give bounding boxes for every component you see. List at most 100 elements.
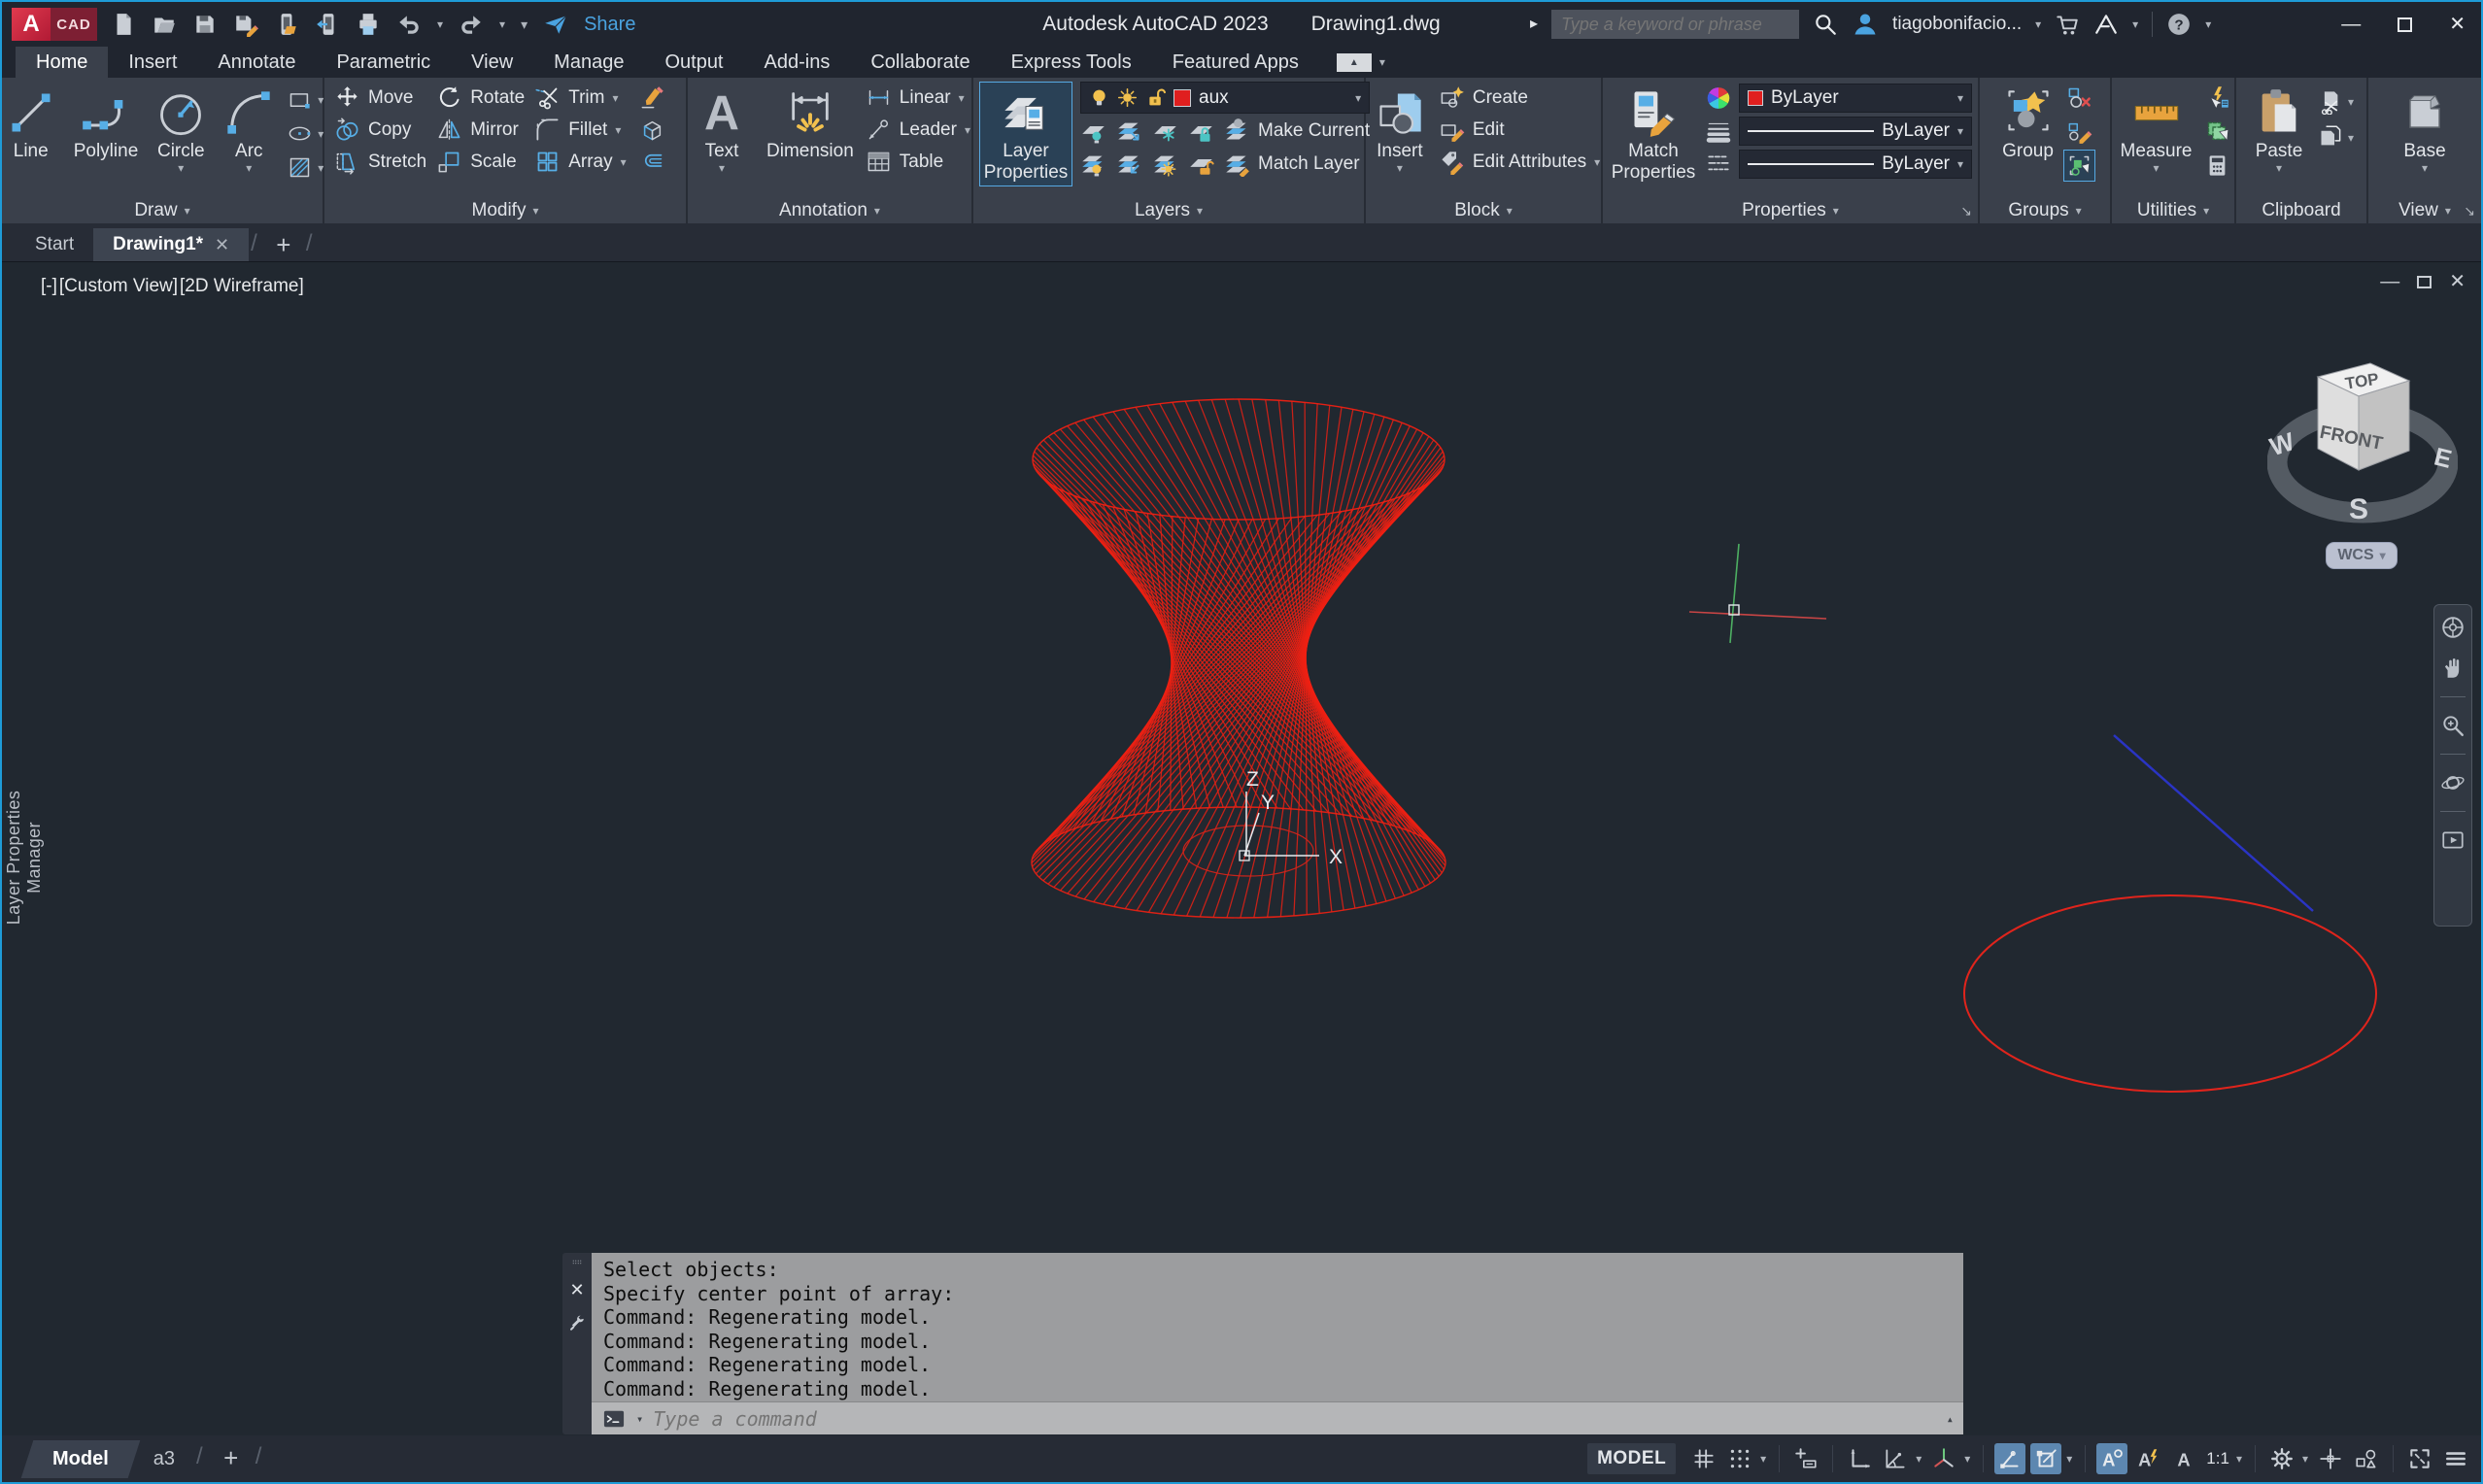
new-layout-button[interactable]: + — [217, 1443, 246, 1472]
edit-attributes-button[interactable]: Edit Attributes▾ — [1439, 146, 1600, 178]
cut-button[interactable]: ▾ — [2314, 85, 2357, 118]
polyline-button[interactable]: Polyline — [66, 82, 147, 165]
autodesk-account-icon[interactable] — [2093, 12, 2119, 37]
minimize-button[interactable]: — — [2341, 15, 2361, 34]
polar-tracking-toggle[interactable] — [1880, 1443, 1911, 1474]
layer-lock-icon[interactable] — [1188, 118, 1214, 144]
model-space-button[interactable]: MODEL — [1587, 1443, 1676, 1474]
group-edit-button[interactable] — [2063, 116, 2095, 148]
viewport-visual-style-control[interactable]: [2D Wireframe] — [180, 276, 304, 297]
ribbon-minimize-icon[interactable]: ▾ — [1379, 56, 1385, 68]
search-input[interactable] — [1551, 10, 1799, 39]
layer-thaw-icon[interactable] — [1117, 87, 1138, 108]
group-selection-toggle[interactable] — [2063, 150, 2095, 182]
offset-button[interactable] — [636, 146, 668, 178]
object-snap-tracking-toggle[interactable] — [1994, 1443, 2025, 1474]
layer-off-icon[interactable] — [1080, 118, 1106, 144]
lineweight-icon[interactable] — [1706, 118, 1731, 144]
layout-tab-a3[interactable]: a3 — [136, 1440, 192, 1478]
annotation-scale-value[interactable]: 1:1 — [2206, 1449, 2229, 1468]
base-view-button[interactable]: Base▾ — [2392, 82, 2458, 177]
annotation-monitor-button[interactable] — [2315, 1443, 2346, 1474]
layer-unisolate-icon[interactable] — [1116, 151, 1142, 177]
stretch-button[interactable]: Stretch — [334, 146, 426, 178]
tab-add-ins[interactable]: Add-ins — [744, 47, 851, 78]
layer-properties-button[interactable]: LayerProperties — [979, 82, 1072, 186]
panel-label-properties[interactable]: Properties▾ — [1603, 197, 1978, 223]
layer-thaw-all-icon[interactable] — [1152, 151, 1178, 177]
help-icon[interactable]: ? — [2166, 12, 2192, 37]
explode-button[interactable] — [636, 114, 668, 146]
quick-select-button[interactable] — [2201, 116, 2233, 148]
search-icon[interactable] — [1813, 12, 1838, 37]
undo-icon[interactable] — [396, 12, 422, 37]
layer-on-all-icon[interactable] — [1080, 151, 1106, 177]
drawing-restore-icon[interactable] — [2417, 276, 2432, 288]
layer-properties-manager-palette-tab[interactable]: Layer Properties Manager — [4, 765, 45, 950]
pan-icon[interactable] — [2440, 656, 2466, 681]
quick-properties-button[interactable] — [2201, 82, 2233, 114]
panel-label-groups[interactable]: Groups▾ — [1980, 197, 2110, 223]
linetype-combo[interactable]: ByLayer▾ — [1739, 150, 1972, 179]
plot-icon[interactable] — [356, 12, 381, 37]
annotation-scale-button[interactable]: A — [2168, 1443, 2199, 1474]
customization-menu-button[interactable] — [2440, 1443, 2471, 1474]
circle-button[interactable]: Circle▾ — [148, 82, 214, 177]
username[interactable]: tiagobonifacio... — [1892, 14, 2022, 35]
viewport-view-control[interactable]: [Custom View] — [59, 276, 178, 297]
close-tab-icon[interactable]: ✕ — [215, 235, 229, 255]
close-button[interactable]: ✕ — [2449, 15, 2466, 34]
share-button[interactable]: Share — [584, 14, 635, 36]
tab-view[interactable]: View — [451, 47, 533, 78]
tab-collaborate[interactable]: Collaborate — [850, 47, 990, 78]
app-menu-button[interactable]: A CAD — [12, 8, 97, 41]
save-as-icon[interactable] — [233, 12, 258, 37]
maximize-button[interactable] — [2398, 17, 2412, 32]
save-to-mobile-icon[interactable] — [315, 12, 340, 37]
command-collapse-icon[interactable]: ▴ — [1947, 1413, 1954, 1425]
ungroup-button[interactable] — [2063, 82, 2095, 114]
panel-label-block[interactable]: Block▾ — [1366, 197, 1601, 223]
redo-icon[interactable] — [459, 12, 484, 37]
layer-unlock-all-icon[interactable] — [1188, 151, 1214, 177]
share-icon[interactable] — [543, 12, 568, 37]
measure-button[interactable]: Measure▾ — [2113, 82, 2200, 177]
layer-freeze-icon[interactable] — [1152, 118, 1178, 144]
layer-isolate-icon[interactable] — [1116, 118, 1142, 144]
tab-home[interactable]: Home — [16, 47, 108, 78]
osnap-dropdown-icon[interactable]: ▾ — [2066, 1453, 2072, 1465]
erase-button[interactable] — [636, 82, 668, 114]
command-prompt-icon[interactable] — [601, 1408, 627, 1430]
clean-screen-button[interactable] — [2404, 1443, 2435, 1474]
undo-dropdown-icon[interactable]: ▾ — [437, 18, 443, 30]
panel-label-annotation[interactable]: Annotation▾ — [688, 197, 971, 223]
save-icon[interactable] — [192, 12, 218, 37]
viewport-menu-control[interactable]: [-] — [41, 276, 57, 297]
mirror-button[interactable]: Mirror — [436, 114, 525, 146]
layer-on-icon[interactable] — [1089, 87, 1109, 108]
user-avatar-icon[interactable] — [1852, 11, 1879, 38]
drawing-close-icon[interactable]: ✕ — [2449, 272, 2466, 291]
view-dialog-launcher-icon[interactable]: ↘ — [2464, 203, 2475, 219]
array-button[interactable]: Array▾ — [534, 146, 626, 178]
block-edit-button[interactable]: Edit — [1439, 114, 1600, 146]
command-input[interactable] — [653, 1407, 1937, 1431]
panel-label-clipboard[interactable]: Clipboard — [2236, 197, 2366, 223]
orbit-icon[interactable] — [2440, 770, 2466, 795]
tab-parametric[interactable]: Parametric — [316, 47, 451, 78]
command-customize-icon[interactable] — [568, 1314, 586, 1332]
insert-block-button[interactable]: Insert▾ — [1367, 82, 1433, 177]
user-dropdown-icon[interactable]: ▾ — [2035, 18, 2041, 30]
navigation-wheel-icon[interactable] — [2440, 615, 2466, 640]
scale-button[interactable]: Scale — [436, 146, 525, 178]
app-store-icon[interactable] — [2055, 12, 2080, 37]
block-create-button[interactable]: Create — [1439, 82, 1600, 114]
text-button[interactable]: AText▾ — [689, 82, 755, 177]
open-from-mobile-icon[interactable] — [274, 12, 299, 37]
workspace-switching-button[interactable] — [2266, 1443, 2297, 1474]
show-motion-icon[interactable] — [2440, 827, 2466, 853]
panel-label-layers[interactable]: Layers▾ — [973, 197, 1364, 223]
ribbon-pin-button[interactable]: ▲ — [1337, 53, 1372, 72]
line-button[interactable]: Line — [0, 82, 64, 165]
color-wheel-icon[interactable] — [1706, 85, 1731, 111]
